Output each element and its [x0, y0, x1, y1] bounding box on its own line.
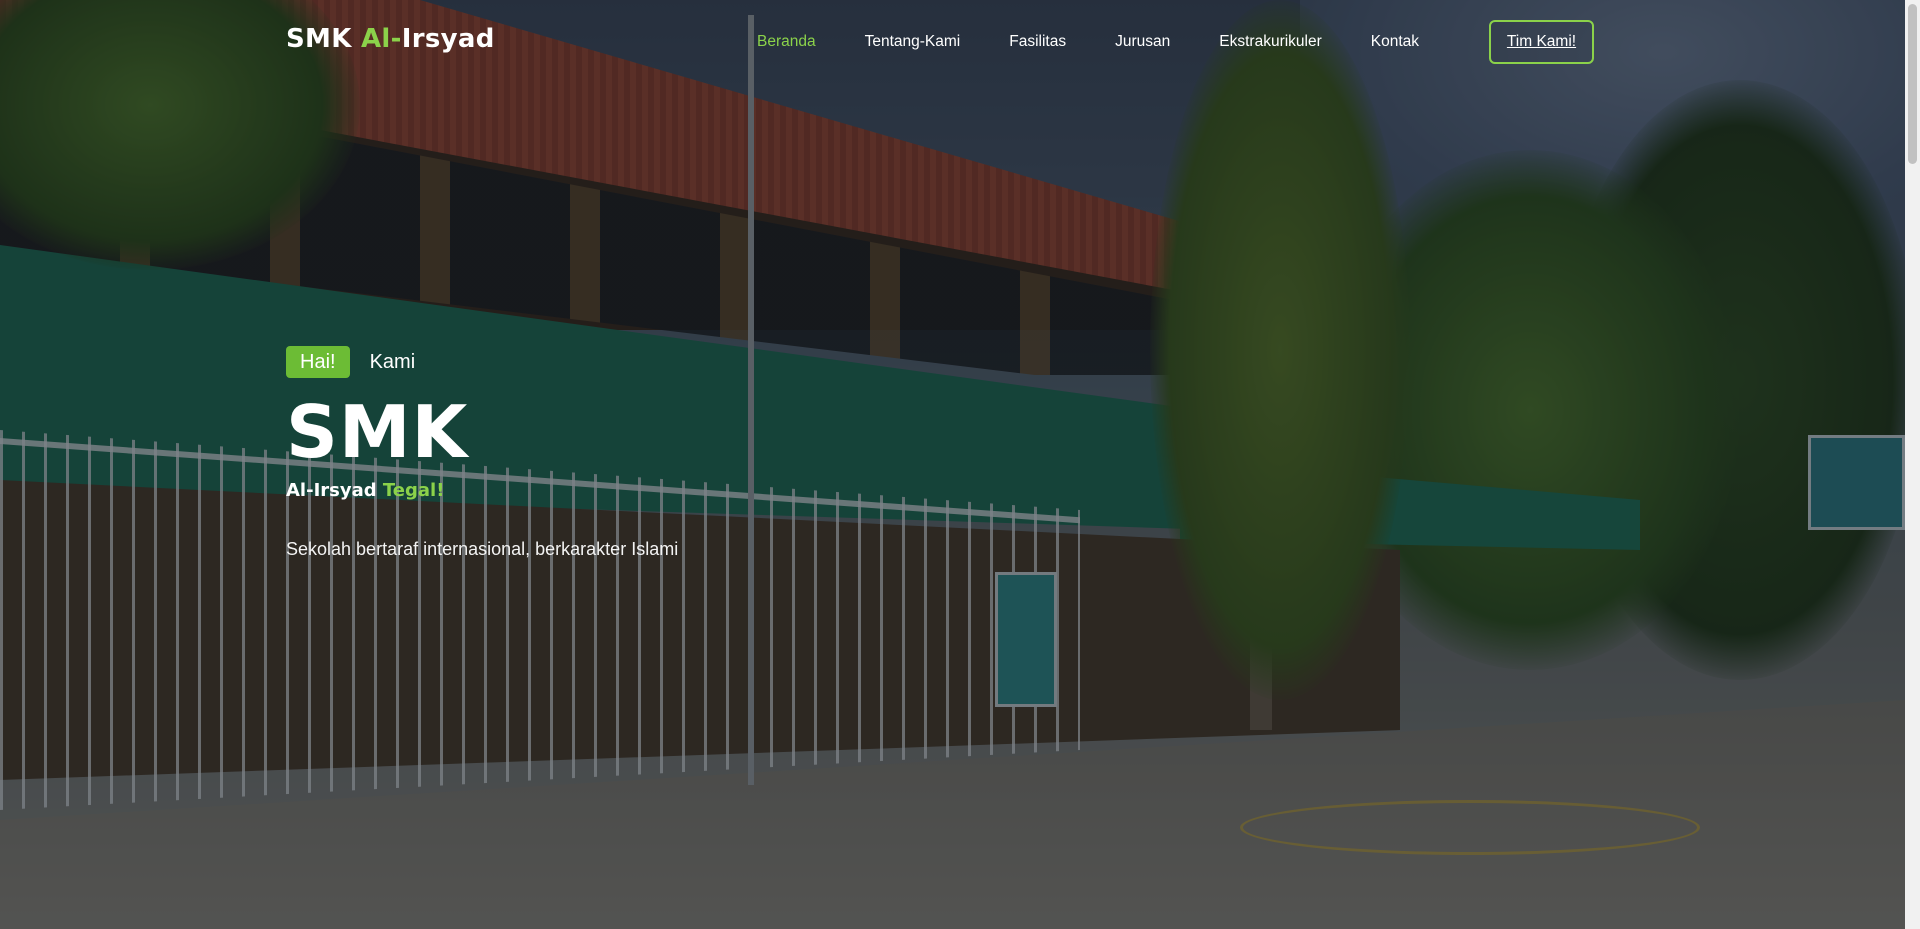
nav-link-tentang-kami[interactable]: Tentang-Kami [865, 33, 961, 51]
hero-tagline: Sekolah bertaraf internasional, berkarak… [286, 539, 679, 559]
nav-link-beranda[interactable]: Beranda [757, 33, 816, 51]
hero-subtitle: Al-Irsyad Tegal! [286, 480, 678, 501]
hero-greeting: Hai! Kami [286, 346, 678, 378]
brand-part-1: SMK [286, 24, 361, 54]
brand-part-2: Al- [361, 24, 402, 54]
main-nav: Beranda Tentang-Kami Fasilitas Jurusan E… [757, 20, 1468, 64]
page-scrollbar[interactable] [1905, 0, 1920, 929]
subtitle-accent: Tegal! [382, 480, 445, 501]
tim-kami-button[interactable]: Tim Kami! [1489, 20, 1594, 64]
greeting-text: Kami [369, 350, 416, 373]
subtitle-main: Al-Irsyad [286, 480, 383, 501]
hero-title: SMK [286, 390, 469, 474]
brand-logo[interactable]: SMK Al-Irsyad [286, 24, 495, 54]
greeting-badge: Hai! [286, 346, 350, 378]
nav-link-jurusan[interactable]: Jurusan [1115, 33, 1170, 51]
navbar: SMK Al-Irsyad Beranda Tentang-Kami Fasil… [0, 0, 1905, 84]
nav-link-kontak[interactable]: Kontak [1371, 33, 1419, 51]
brand-part-3: Irsyad [401, 24, 495, 54]
scrollbar-thumb[interactable] [1908, 4, 1917, 164]
nav-link-ekstrakurikuler[interactable]: Ekstrakurikuler [1219, 33, 1322, 51]
hero-section: Hai! Kami SMK Al-Irsyad Tegal! Sekolah b… [286, 346, 678, 560]
nav-link-fasilitas[interactable]: Fasilitas [1009, 33, 1066, 51]
